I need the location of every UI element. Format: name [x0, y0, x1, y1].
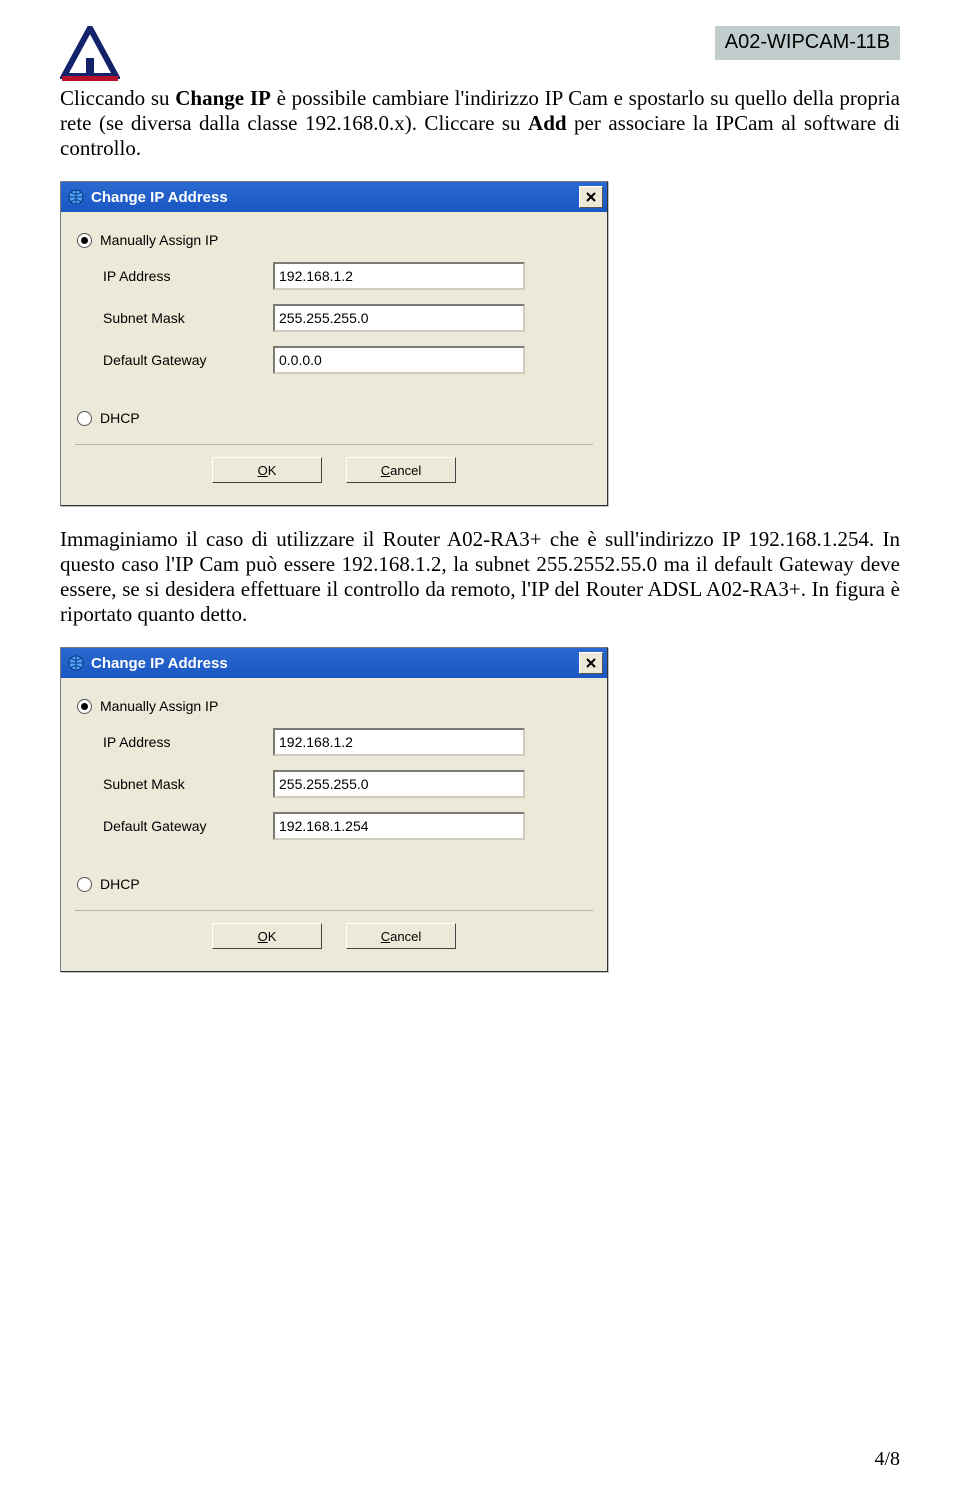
second-paragraph: Immaginiamo il caso di utilizzare il Rou… — [60, 527, 900, 626]
default-gateway-input[interactable] — [273, 812, 525, 840]
globe-icon — [67, 188, 85, 206]
dialog-titlebar: Change IP Address — [61, 648, 607, 678]
radio-dhcp-label: DHCP — [100, 876, 140, 892]
radio-manual[interactable] — [77, 233, 92, 248]
ok-button[interactable]: OK — [212, 923, 322, 949]
page-number: 4/8 — [874, 1448, 900, 1471]
subnet-mask-label: Subnet Mask — [103, 776, 273, 792]
radio-dhcp[interactable] — [77, 411, 92, 426]
globe-icon — [67, 654, 85, 672]
cancel-button[interactable]: Cancel — [346, 923, 456, 949]
default-gateway-label: Default Gateway — [103, 818, 273, 834]
dialog-title: Change IP Address — [91, 189, 228, 206]
ip-address-label: IP Address — [103, 734, 273, 750]
intro-paragraph: Cliccando su Change IP è possibile cambi… — [60, 86, 900, 160]
default-gateway-input[interactable] — [273, 346, 525, 374]
close-icon — [586, 192, 596, 202]
model-badge: A02-WIPCAM-11B — [715, 26, 900, 60]
subnet-mask-input[interactable] — [273, 304, 525, 332]
dialog-divider — [75, 910, 593, 911]
brand-logo — [60, 26, 120, 82]
close-button[interactable] — [579, 652, 603, 674]
subnet-mask-label: Subnet Mask — [103, 310, 273, 326]
radio-manual-label: Manually Assign IP — [100, 698, 218, 714]
radio-dhcp-label: DHCP — [100, 410, 140, 426]
radio-manual-label: Manually Assign IP — [100, 232, 218, 248]
ip-address-input[interactable] — [273, 262, 525, 290]
close-button[interactable] — [579, 186, 603, 208]
default-gateway-label: Default Gateway — [103, 352, 273, 368]
close-icon — [586, 658, 596, 668]
subnet-mask-input[interactable] — [273, 770, 525, 798]
dialog-titlebar: Change IP Address — [61, 182, 607, 212]
ip-address-label: IP Address — [103, 268, 273, 284]
ok-button[interactable]: OK — [212, 457, 322, 483]
ip-address-input[interactable] — [273, 728, 525, 756]
dialog-title: Change IP Address — [91, 655, 228, 672]
dialog-divider — [75, 444, 593, 445]
cancel-button[interactable]: Cancel — [346, 457, 456, 483]
change-ip-dialog-2: Change IP Address Manually Assign IP IP … — [60, 647, 608, 972]
radio-manual[interactable] — [77, 699, 92, 714]
radio-dhcp[interactable] — [77, 877, 92, 892]
change-ip-dialog-1: Change IP Address Manually Assign IP IP … — [60, 181, 608, 506]
